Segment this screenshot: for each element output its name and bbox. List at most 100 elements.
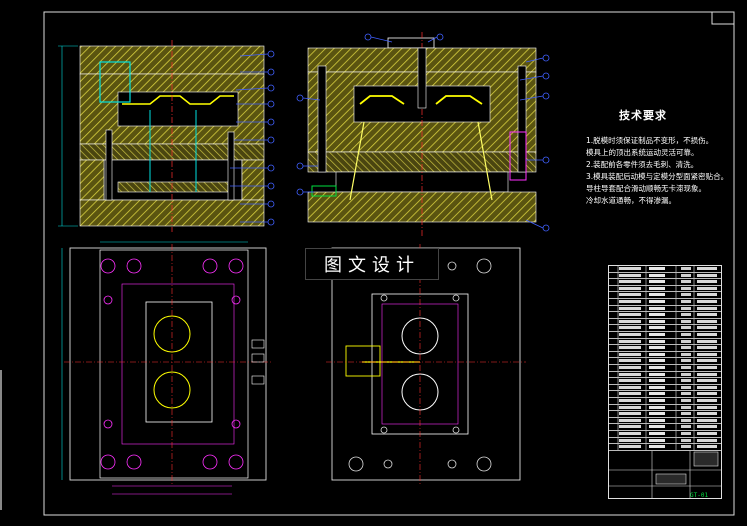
bom-cell [697,366,717,369]
bom-cell [649,300,665,303]
right-guide-pin-left [317,65,327,173]
bom-cell [697,333,717,336]
bom-row [609,438,721,445]
left-ejector-space [103,159,243,201]
bom-cell [649,405,665,409]
bom-cell [697,326,717,330]
bom-cell [697,319,717,323]
right-plan-outline [331,247,521,481]
bom-cell [619,333,641,336]
bom-cell [681,339,691,343]
bom-cell [697,306,717,310]
bom-cell [681,432,691,435]
bom-cell [649,359,665,363]
bom-cell [681,280,691,284]
bom-cell [681,372,691,376]
bom-cell [649,326,665,330]
bom-cell [681,346,691,350]
bom-cell [681,379,691,383]
bom-cell [649,280,665,284]
bom-cell [619,267,641,270]
bom-cell [619,438,641,442]
bom-cell [681,418,691,422]
bom-row [609,299,721,306]
bom-cell [681,286,691,290]
bom-cell [681,392,691,396]
bom-cell [649,445,665,449]
bom-cell [697,425,717,429]
bom-cell [649,286,665,290]
bom-cell [681,326,691,330]
bom-row [609,411,721,418]
bom-cell [681,319,691,323]
bom-cell [619,326,641,330]
bom-cell [697,405,717,409]
bom-cell [697,313,717,317]
bom-cell [681,306,691,310]
left-ejector-plate [117,181,229,193]
bom-cell [649,385,665,389]
bom-cell [619,346,641,350]
bom-cell [649,267,665,270]
bom-cell [649,293,665,297]
bom-cell [681,425,691,429]
bom-cell [649,418,665,422]
bom-cell [619,366,641,369]
bom-cell [681,385,691,389]
bom-cell [697,392,717,396]
bom-row [609,405,721,412]
bom-cell [619,286,641,290]
bom-cell [649,306,665,310]
bom-cell [697,418,717,422]
right-bottom-clamp-plate [307,191,537,223]
bom-row [609,398,721,405]
bom-cell [649,412,665,416]
section-view-right [296,32,550,236]
tech-note-line: 3.模具装配后动模与定模分型面紧密贴合。 [586,172,726,181]
bom-row [609,372,721,379]
bom-row [609,319,721,326]
bom-cell [619,445,641,449]
plan-view-left [61,241,272,495]
bom-cell [649,313,665,317]
bom-cell [649,366,665,369]
bom-row [609,345,721,352]
bom-cell [681,267,691,270]
bom-cell [619,339,641,343]
bom-row [609,339,721,346]
bom-cell [649,432,665,435]
bom-row [609,306,721,313]
left-plan-side-blocks [251,339,265,385]
tech-note-line: 1.脱模时须保证制品不变形，不损伤。 [586,136,714,145]
bom-cell [681,359,691,363]
bom-row [609,273,721,280]
bom-cell [619,359,641,363]
left-plan-inner [121,283,235,445]
bom-row [609,266,721,273]
left-support-block-r [241,159,265,201]
plan-view-right [326,244,526,484]
left-guide-pin [105,129,113,201]
tech-note-line: 冷却水道通畅，不得渗漏。 [586,196,676,205]
bom-cell [619,392,641,396]
bom-cell [649,438,665,442]
bom-cell [649,372,665,376]
bom-cell [619,352,641,356]
bom-cell [649,273,665,277]
bom-row [609,325,721,332]
section-view-left [58,40,275,232]
bom-cell [681,313,691,317]
bom-cell [619,379,641,383]
bom-cell [681,438,691,442]
bom-row [609,418,721,425]
bom-cell [697,300,717,303]
watermark: 图文设计 [305,248,439,280]
bom-cell [619,306,641,310]
bom-cell [697,346,717,350]
bom-row [609,332,721,339]
bom-cell [697,359,717,363]
bom-cell [697,438,717,442]
bom-cell [619,385,641,389]
bom-cell [649,379,665,383]
bom-row [609,286,721,293]
